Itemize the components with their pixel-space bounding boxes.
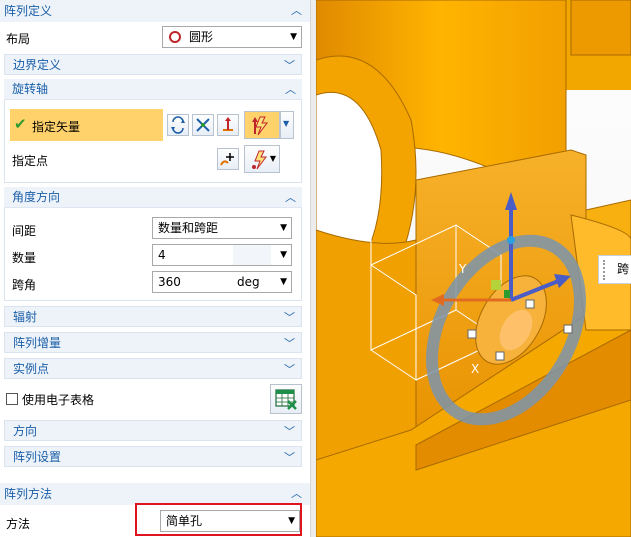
axis-y-label: Y [459,262,467,276]
spacing-value: 数量和跨距 [158,221,219,235]
dropdown-arrow-icon: ▼ [290,32,297,42]
rotate-arrows-icon [171,116,185,134]
spacing-label: 间距 [12,224,37,238]
layout-value: 圆形 [189,30,214,44]
vector-point-icon [223,117,233,131]
vector-dialog-button[interactable] [192,114,214,136]
radiate-title: 辐射 [13,310,38,324]
rotation-axis-title: 旋转轴 [12,82,49,96]
angle-direction-header[interactable]: 角度方向 ︿ [4,187,302,208]
angle-direction-title: 角度方向 [12,190,61,204]
spreadsheet-icon [275,389,297,410]
pattern-increment-header[interactable]: 阵列增量 ﹀ [4,332,302,353]
reverse-direction-button[interactable] [167,114,189,136]
checkmark-icon: ✔ [14,115,27,133]
highlight-box [135,503,302,536]
rotation-axis-header[interactable]: 旋转轴 ︿ [4,79,302,100]
chevron-down-icon: ﹀ [284,59,295,72]
direction-title: 方向 [13,424,38,438]
count-input[interactable]: 4 ▼ [152,244,292,266]
pattern-method-header[interactable]: 阵列方法 ︿ [0,483,310,505]
lightning-vector-icon [252,116,268,136]
pattern-increment-title: 阵列增量 [13,336,62,350]
axis-z-label: Z [366,193,375,207]
vector-constructor-button[interactable] [217,114,239,136]
chevron-up-icon: ︿ [291,487,302,500]
inferred-point-button[interactable]: ▼ [244,145,280,173]
chevron-up-icon: ︿ [285,191,296,204]
chevron-down-icon: ﹀ [284,311,295,324]
chevron-down-icon: ﹀ [284,363,295,376]
radiate-header[interactable]: 辐射 ﹀ [4,306,302,327]
layout-label: 布局 [6,32,31,46]
dropdown-arrow-icon: ▼ [283,119,290,128]
point-dialog-button[interactable] [217,148,239,170]
direction-header[interactable]: 方向 ﹀ [4,420,302,441]
span-label: 跨角 [12,278,37,292]
graphics-viewport[interactable]: Z Y X [316,0,631,537]
vector-options-dropdown[interactable]: ▼ [280,111,294,139]
pattern-settings-title: 阵列设置 [13,450,62,464]
pattern-method-title: 阵列方法 [4,487,53,501]
spacing-select[interactable]: 数量和跨距 ▼ [152,217,292,239]
dropdown-arrow-icon: ▼ [280,223,287,233]
chevron-down-icon: ﹀ [284,425,295,438]
point-plus-icon [220,153,234,166]
chevron-down-icon: ﹀ [284,337,295,350]
on-screen-input-text: 跨 [617,262,630,276]
chevron-up-icon: ︿ [291,4,302,17]
use-spreadsheet-checkbox[interactable] [6,393,18,405]
pattern-settings-header[interactable]: 阵列设置 ﹀ [4,446,302,467]
count-value: 4 [158,248,166,262]
pattern-definition-title: 阵列定义 [4,4,53,18]
span-input[interactable]: 360 deg ▼ [152,271,292,293]
lightning-point-icon [252,150,267,170]
specify-vector-row[interactable]: ✔ 指定矢量 [10,109,163,141]
dropdown-arrow-icon: ▼ [280,277,287,287]
circle-icon [169,31,181,43]
method-label: 方法 [6,517,31,531]
specify-point-label: 指定点 [12,154,49,168]
boundary-definition-title: 边界定义 [13,58,62,72]
instance-points-title: 实例点 [13,362,50,376]
count-label: 数量 [12,251,37,265]
inferred-vector-button[interactable] [244,111,280,139]
dropdown-arrow-icon: ▼ [269,154,276,163]
dropdown-arrow-icon: ▼ [280,250,287,260]
part-model [316,0,631,537]
span-value: 360 [158,275,181,289]
specify-vector-label: 指定矢量 [32,120,81,134]
spreadsheet-button[interactable] [270,384,302,414]
use-spreadsheet-label: 使用电子表格 [22,393,95,407]
drag-handle-icon [603,260,606,280]
boundary-definition-header[interactable]: 边界定义 ﹀ [4,54,302,75]
axis-x-label: X [471,362,480,376]
chevron-down-icon: ﹀ [284,451,295,464]
on-screen-input-label: 跨 [598,255,631,284]
cross-arrows-icon [196,118,210,132]
instance-points-header[interactable]: 实例点 ﹀ [4,358,302,379]
span-unit: deg [237,275,260,289]
layout-select[interactable]: 圆形 ▼ [162,26,302,48]
property-panel: 阵列定义 ︿ 布局 圆形 ▼ 边界定义 ﹀ 旋转轴 ︿ ✔ 指定矢量 ▼ 指定点 [0,0,310,537]
pattern-definition-header[interactable]: 阵列定义 ︿ [0,0,310,22]
chevron-up-icon: ︿ [285,83,296,96]
